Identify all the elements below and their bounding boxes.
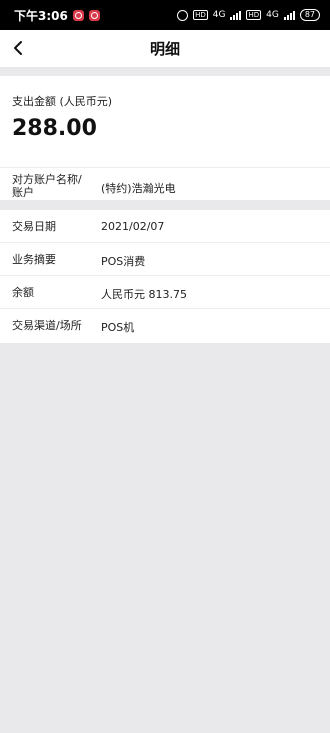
status-time: 下午3:06 xyxy=(14,8,68,23)
signal-icon xyxy=(230,10,242,20)
divider xyxy=(0,167,330,168)
amount-value: 288.00 xyxy=(12,116,97,141)
status-bar: 下午3:06 HD 4G HD 4G 87 xyxy=(0,0,330,30)
hd-icon: HD xyxy=(193,10,208,20)
status-bar-right: HD 4G HD 4G 87 xyxy=(177,9,320,21)
amount-label: 支出金额 (人民币元) xyxy=(12,95,113,108)
back-arrow-icon[interactable] xyxy=(10,39,28,57)
network-type-label: 4G xyxy=(212,10,226,20)
detail-row-summary: 业务摘要 POS消费 xyxy=(0,243,330,276)
amount-section: 支出金额 (人民币元) 288.00 对方账户名称/账户 (特约)浩瀚光电 xyxy=(0,76,330,200)
signal-icon xyxy=(283,10,295,20)
network-type-label: 4G xyxy=(266,10,279,20)
counterparty-value: (特约)浩瀚光电 xyxy=(101,182,176,195)
status-bar-left: 下午3:06 xyxy=(14,7,100,24)
nav-bar: 明细 xyxy=(0,30,330,67)
details-section: 交易日期 2021/02/07 业务摘要 POS消费 余额 人民币元 813.7… xyxy=(0,210,330,343)
notification-app-icon xyxy=(72,9,84,21)
counterparty-label: 对方账户名称/账户 xyxy=(12,173,82,199)
battery-icon: 87 xyxy=(299,9,320,21)
detail-row-date: 交易日期 2021/02/07 xyxy=(0,210,330,243)
hd-icon: HD xyxy=(246,10,262,20)
detail-label: 业务摘要 xyxy=(12,253,56,266)
detail-value: 人民币元 813.75 xyxy=(101,288,187,301)
detail-label: 余额 xyxy=(12,286,34,299)
detail-label: 交易渠道/场所 xyxy=(12,319,82,332)
page-title: 明细 xyxy=(149,40,180,58)
detail-label: 交易日期 xyxy=(12,220,56,233)
detail-value: POS消费 xyxy=(101,255,146,268)
detail-row-balance: 余额 人民币元 813.75 xyxy=(0,276,330,309)
detail-value: 2021/02/07 xyxy=(101,220,165,233)
notification-app-icon xyxy=(88,9,100,21)
alarm-icon xyxy=(177,9,189,21)
detail-value: POS机 xyxy=(101,321,135,334)
detail-row-channel: 交易渠道/场所 POS机 xyxy=(0,309,330,342)
